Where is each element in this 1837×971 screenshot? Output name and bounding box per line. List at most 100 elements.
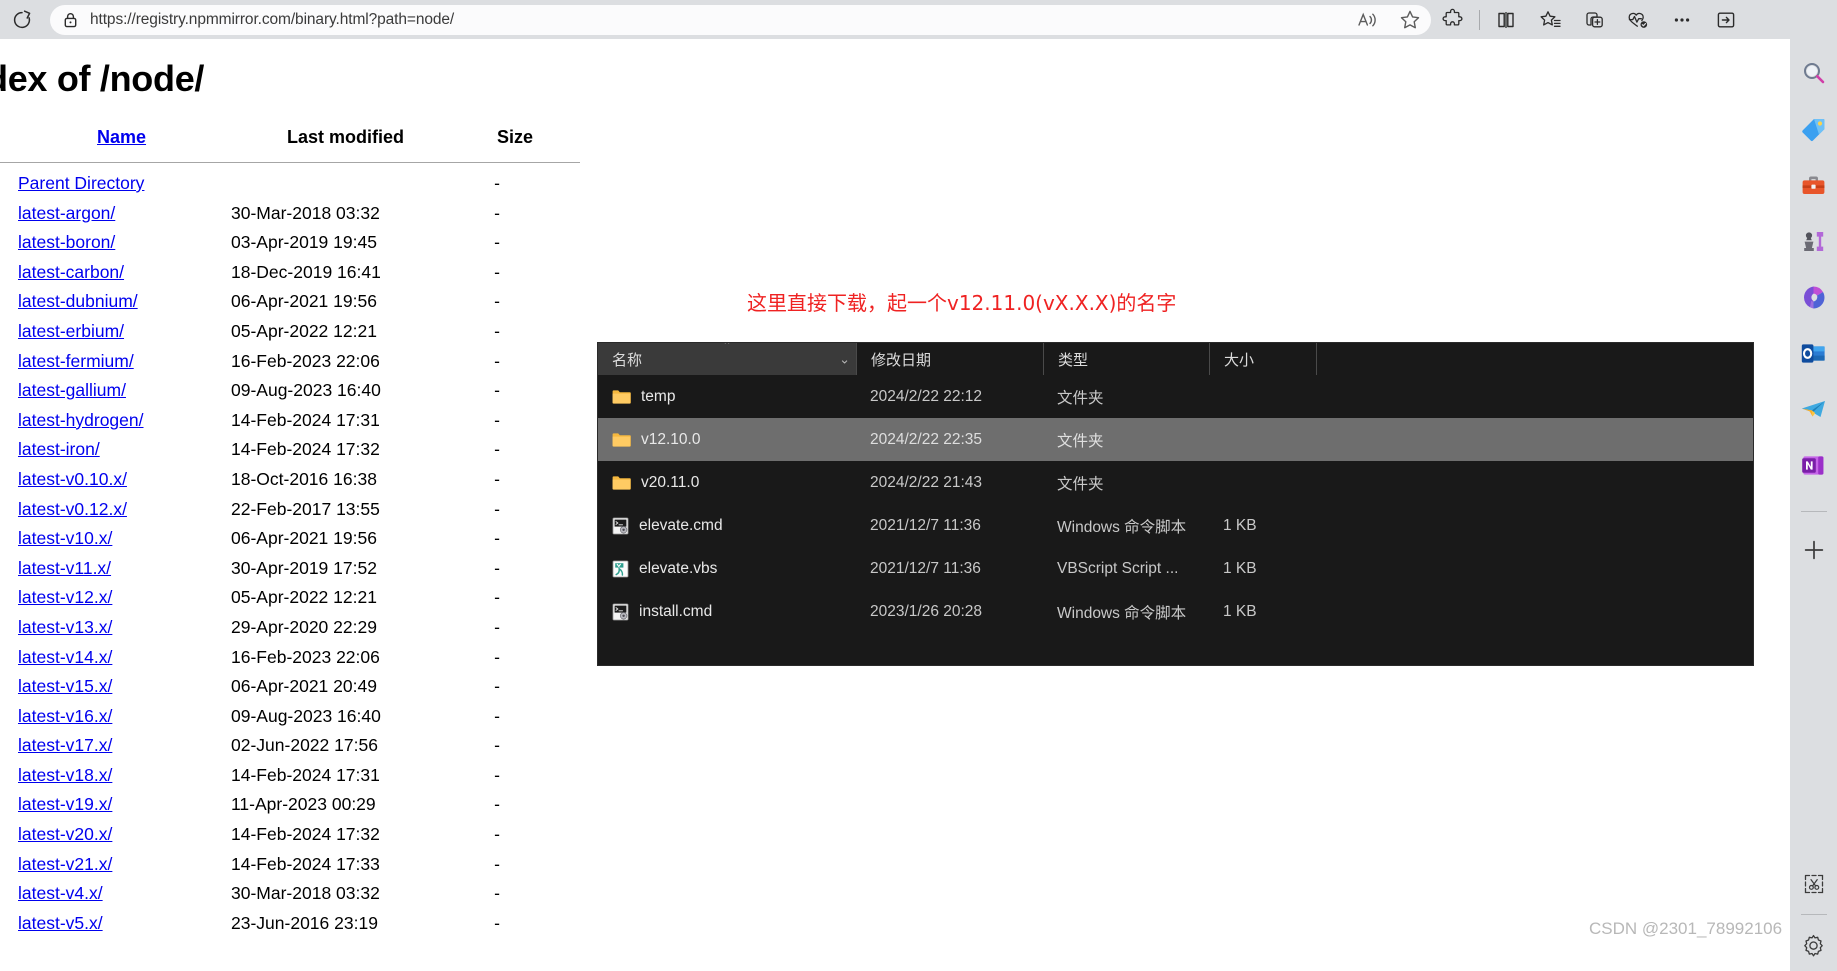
explorer-column-size[interactable]: 大小 [1209, 343, 1316, 375]
sidebar-item-telegram[interactable] [1798, 393, 1830, 425]
directory-link[interactable]: latest-hydrogen/ [18, 410, 144, 431]
extensions-button[interactable] [1431, 0, 1475, 39]
explorer-file-size: 1 KB [1223, 559, 1257, 577]
sidebar-item-shopping[interactable] [1798, 113, 1830, 145]
directory-link[interactable]: latest-v10.x/ [18, 528, 112, 549]
directory-link[interactable]: latest-v15.x/ [18, 676, 112, 697]
sidebar-screenshot-button[interactable] [1798, 868, 1830, 900]
reload-button[interactable] [0, 0, 44, 39]
read-aloud-icon[interactable] [1347, 5, 1389, 35]
explorer-file-date: 2024/2/22 21:43 [870, 473, 983, 491]
explorer-column-type-label: 类型 [1058, 351, 1089, 369]
chevron-down-icon[interactable]: ⌄ [839, 353, 850, 366]
directory-size: - [494, 528, 500, 549]
explorer-row[interactable]: v12.10.0 2024/2/22 22:35 文件夹 [598, 418, 1753, 461]
directory-modified: 05-Apr-2022 12:21 [231, 320, 377, 341]
add-tab-group-button[interactable] [1572, 0, 1616, 39]
directory-link[interactable]: latest-v17.x/ [18, 735, 112, 756]
settings-and-more-button[interactable] [1660, 0, 1704, 39]
directory-modified: 14-Feb-2024 17:31 [231, 764, 380, 785]
sidebar-item-microsoft-365[interactable] [1798, 281, 1830, 313]
directory-link[interactable]: latest-boron/ [18, 232, 115, 253]
directory-link[interactable]: latest-v19.x/ [18, 794, 112, 815]
collections-button[interactable] [1528, 0, 1572, 39]
directory-modified: 09-Aug-2023 16:40 [231, 705, 381, 726]
directory-modified: 14-Feb-2024 17:33 [231, 853, 380, 874]
explorer-row[interactable]: install.cmd 2023/1/26 20:28 Windows 命令脚本 1 … [598, 590, 1753, 633]
directory-link[interactable]: latest-v12.x/ [18, 587, 112, 608]
explorer-file-name: v20.11.0 [641, 473, 700, 491]
sidebar-settings-button[interactable] [1798, 929, 1830, 961]
explorer-file-date: 2024/2/22 22:35 [870, 430, 983, 448]
folder-icon [612, 432, 631, 448]
directory-link[interactable]: latest-gallium/ [18, 380, 126, 401]
sidebar-item-search[interactable] [1798, 57, 1830, 89]
directory-link[interactable]: latest-v18.x/ [18, 765, 112, 786]
column-header-name[interactable]: Name [97, 127, 146, 148]
address-bar[interactable]: https://registry.npmmirror.com/binary.ht… [50, 4, 1431, 35]
directory-link[interactable]: latest-iron/ [18, 439, 100, 460]
explorer-row[interactable]: v20.11.0 2024/2/22 21:43 文件夹 [598, 461, 1753, 504]
explorer-file-list: temp 2024/2/22 22:12 文件夹 v12.10.0 2024/2/22 … [598, 375, 1753, 633]
directory-link[interactable]: latest-v16.x/ [18, 706, 112, 727]
directory-size: - [494, 468, 500, 489]
favorite-star-icon[interactable] [1389, 5, 1431, 35]
sidebar-item-tools[interactable] [1798, 169, 1830, 201]
directory-link[interactable]: latest-dubnium/ [18, 291, 138, 312]
directory-link[interactable]: latest-v0.10.x/ [18, 469, 127, 490]
directory-link[interactable]: latest-carbon/ [18, 262, 124, 283]
explorer-file-date: 2021/12/7 11:36 [870, 559, 981, 577]
sidebar-add-button[interactable] [1798, 534, 1830, 566]
explorer-row[interactable]: temp 2024/2/22 22:12 文件夹 [598, 375, 1753, 418]
table-row: latest-v20.x/14-Feb-2024 17:32 - [0, 823, 580, 853]
explorer-file-size: 1 KB [1223, 602, 1257, 620]
directory-link[interactable]: latest-v21.x/ [18, 854, 112, 875]
explorer-column-name[interactable]: ⌃ 名称 ⌄ [598, 343, 856, 375]
directory-modified: 14-Feb-2024 17:31 [231, 409, 380, 430]
browser-toolbar: https://registry.npmmirror.com/binary.ht… [0, 0, 1837, 39]
directory-size: - [494, 557, 500, 578]
directory-size: - [494, 764, 500, 785]
directory-link[interactable]: latest-v14.x/ [18, 647, 112, 668]
directory-link[interactable]: latest-v4.x/ [18, 883, 103, 904]
directory-link[interactable]: Parent Directory [18, 173, 144, 194]
directory-modified: 16-Feb-2023 22:06 [231, 350, 380, 371]
sidebar-item-outlook[interactable] [1798, 337, 1830, 369]
browser-essentials-button[interactable] [1616, 0, 1660, 39]
sidebar-item-games[interactable] [1798, 225, 1830, 257]
directory-link[interactable]: latest-v20.x/ [18, 824, 112, 845]
gear-icon [1804, 934, 1823, 956]
sidebar-item-onenote[interactable] [1798, 449, 1830, 481]
directory-size: - [494, 676, 500, 697]
explorer-file-size: 1 KB [1223, 516, 1257, 534]
split-screen-button[interactable] [1484, 0, 1528, 39]
explorer-row[interactable]: elevate.cmd 2021/12/7 11:36 Windows 命令脚本 1 … [598, 504, 1753, 547]
extensions-puzzle-icon [1441, 8, 1463, 26]
directory-link[interactable]: latest-v11.x/ [18, 558, 111, 579]
url-text: https://registry.npmmirror.com/binary.ht… [90, 10, 455, 28]
cmd-script-icon [612, 517, 629, 535]
sidebar-toggle-button[interactable] [1704, 0, 1748, 39]
directory-link[interactable]: latest-v0.12.x/ [18, 499, 127, 520]
screenshot-scissors-icon [1804, 874, 1823, 894]
explorer-row[interactable]: elevate.vbs 2021/12/7 11:36 VBScript Scrip… [598, 547, 1753, 590]
directory-size: - [494, 646, 500, 667]
explorer-column-date[interactable]: 修改日期 [856, 343, 1043, 375]
table-row: latest-v13.x/29-Apr-2020 22:29 - [0, 616, 580, 646]
table-row: latest-v16.x/09-Aug-2023 16:40 - [0, 705, 580, 735]
explorer-file-type: Windows 命令脚本 [1057, 518, 1187, 536]
table-row: latest-v0.10.x/18-Oct-2016 16:38 - [0, 468, 580, 498]
directory-link[interactable]: latest-argon/ [18, 203, 115, 224]
directory-link[interactable]: latest-v13.x/ [18, 617, 112, 638]
explorer-column-type[interactable]: 类型 [1043, 343, 1209, 375]
outlook-icon [1801, 343, 1825, 363]
directory-modified: 14-Feb-2024 17:32 [231, 824, 380, 845]
directory-link[interactable]: latest-v5.x/ [18, 913, 103, 934]
directory-link[interactable]: latest-fermium/ [18, 351, 134, 372]
table-row: latest-gallium/09-Aug-2023 16:40 - [0, 379, 580, 409]
onenote-icon [1802, 455, 1824, 475]
directory-link[interactable]: latest-erbium/ [18, 321, 124, 342]
column-header-size: Size [497, 127, 534, 147]
table-row: latest-argon/30-Mar-2018 03:32 - [0, 202, 580, 232]
explorer-file-type: 文件夹 [1057, 432, 1104, 450]
